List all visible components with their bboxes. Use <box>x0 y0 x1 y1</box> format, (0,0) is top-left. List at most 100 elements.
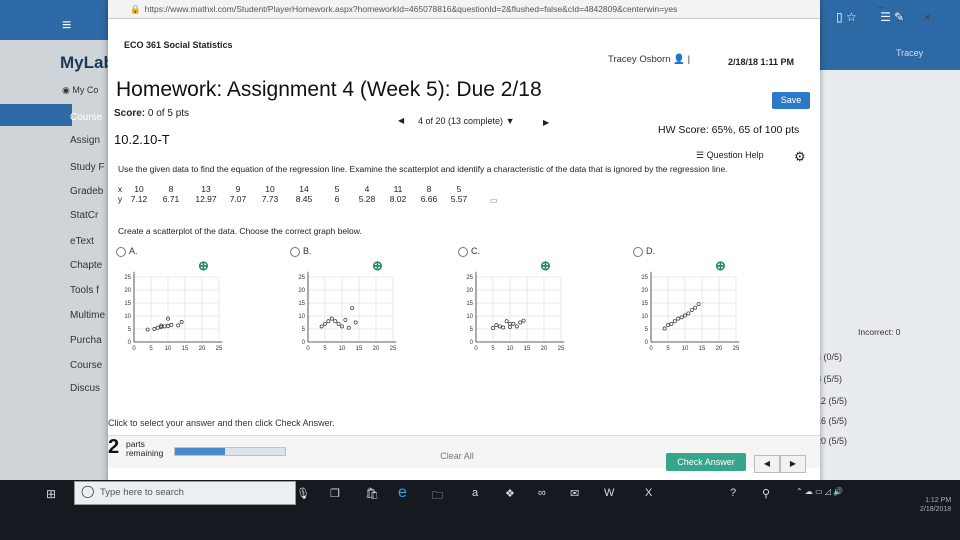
answer-option[interactable]: B. ⊕ 0 5 10 15 20 25 0 5 10 15 20 25 <box>290 246 410 364</box>
url-text: https://www.mathxl.com/Student/PlayerHom… <box>144 4 678 14</box>
radio-button[interactable] <box>290 246 300 257</box>
radio-button[interactable] <box>458 246 468 257</box>
radio-button[interactable] <box>116 246 126 257</box>
copy-data-icon[interactable]: ▭ <box>490 196 498 205</box>
question-tray-icon[interactable]: ? <box>730 487 736 499</box>
option-radio[interactable]: A. <box>116 246 236 257</box>
microphone-icon[interactable]: 🎙 <box>296 487 310 500</box>
next-question-icon[interactable]: ▶ <box>543 118 549 127</box>
minimize-icon[interactable]: – <box>878 2 884 13</box>
gear-icon[interactable]: ⚙ <box>794 149 806 165</box>
restore-icon[interactable]: □ <box>897 13 903 24</box>
pager-next-icon[interactable]: ▶ <box>780 455 806 473</box>
tray-icons[interactable]: ⌃ ☁ ▭ ◿ 🔊 <box>796 487 843 496</box>
y-tick-label: 25 <box>641 275 648 281</box>
option-radio[interactable]: C. <box>458 246 578 257</box>
favorite-star-icon[interactable]: ☆ <box>846 10 857 24</box>
y-tick-label: 15 <box>641 301 648 307</box>
cortana-icon: ◯ <box>81 484 95 498</box>
windows-start-icon[interactable]: ⊞ <box>46 487 56 501</box>
data-table: x 10 8 13 9 10 14 5 4 11 8 5 y 7.12 6.71 12.97 7.07 7.73… <box>114 184 474 204</box>
option-radio[interactable]: B. <box>290 246 410 257</box>
my-courses-link[interactable]: ◉ My Co <box>62 85 98 96</box>
scatter-point <box>169 322 174 327</box>
previous-question-icon[interactable]: ◀ <box>398 116 404 125</box>
sidebar-item[interactable]: Multime <box>70 310 105 321</box>
x-tick-label: 25 <box>733 346 740 352</box>
y-tick-label: 20 <box>466 288 473 294</box>
scatter-point <box>497 324 502 329</box>
question-progress-dropdown[interactable]: 4 of 20 (13 complete) ▼ <box>418 116 515 126</box>
dropbox-icon[interactable]: ❖ <box>505 487 515 500</box>
y-value: 5.57 <box>450 194 468 204</box>
sidebar-item[interactable]: Tools f <box>70 285 99 296</box>
sidebar-item[interactable]: Course <box>70 360 102 371</box>
question-prompt: Create a scatterplot of the data. Choose… <box>118 226 362 236</box>
radio-button[interactable] <box>633 246 643 257</box>
edge-browser-icon[interactable]: e <box>398 484 407 502</box>
store-icon[interactable]: 🛍 <box>365 487 379 500</box>
x-tick-label: 0 <box>474 346 478 352</box>
score-label: Score: <box>114 108 146 119</box>
x-tick-label: 10 <box>339 346 346 352</box>
x-label: x <box>117 184 123 194</box>
scatter-point <box>350 306 355 311</box>
sidebar-item[interactable]: Purcha <box>70 335 102 346</box>
option-label: D. <box>646 246 655 256</box>
pager-prev-icon[interactable]: ◀ <box>754 455 780 473</box>
scatter-point <box>676 316 681 321</box>
scatter-point <box>662 326 667 331</box>
pager: ◀ ▶ <box>754 455 806 473</box>
score-entry: 16 (5/5) <box>816 416 848 426</box>
scatter-graph: 0 5 10 15 20 25 0 5 10 15 20 25 <box>466 271 565 352</box>
sidebar-item[interactable]: Study F <box>70 162 104 173</box>
chevron-down-icon: ▼ <box>505 116 515 126</box>
sidebar-item[interactable]: StatCr <box>70 210 98 221</box>
sidebar-item[interactable]: Gradeb <box>70 186 103 197</box>
menu-icon[interactable]: ≡ <box>62 18 76 34</box>
save-button[interactable]: Save <box>772 92 810 109</box>
question-help-button[interactable]: ☰ Question Help <box>696 150 764 161</box>
answer-option[interactable]: C. ⊕ 0 5 10 15 20 25 0 5 10 15 20 25 <box>458 246 578 364</box>
y-tick-label: 0 <box>302 340 306 346</box>
answer-option[interactable]: D. ⊕ 0 5 10 15 20 25 0 5 10 15 20 25 <box>633 246 753 364</box>
sidebar-item[interactable]: Course <box>70 112 102 123</box>
x-tick-label: 25 <box>558 346 565 352</box>
address-bar[interactable]: 🔒 https://www.mathxl.com/Student/PlayerHo… <box>108 0 820 19</box>
check-answer-button[interactable]: Check Answer <box>666 453 746 471</box>
amazon-icon[interactable]: a <box>472 487 478 499</box>
task-view-icon[interactable]: ❐ <box>330 487 340 500</box>
x-tick-label: 10 <box>507 346 514 352</box>
y-tick-label: 25 <box>298 275 305 281</box>
word-icon[interactable]: W <box>604 487 614 499</box>
y-tick-label: 25 <box>124 275 131 281</box>
parts-progress-bar <box>174 447 286 456</box>
student-name: Tracey Osborn 👤 | <box>608 54 691 65</box>
people-icon[interactable]: ⚲ <box>762 487 770 500</box>
answer-option[interactable]: A. ⊕ 0 5 10 15 20 25 0 5 10 15 20 25 <box>116 246 236 364</box>
option-label: C. <box>471 246 480 256</box>
reading-view-icon[interactable]: ▯ <box>836 10 843 24</box>
close-icon[interactable]: ✕ <box>923 13 931 24</box>
sidebar-item[interactable]: eText <box>70 236 94 247</box>
score-entry: 20 (5/5) <box>816 436 848 446</box>
option-radio[interactable]: D. <box>633 246 753 257</box>
infinity-app-icon[interactable]: ∞ <box>538 487 546 499</box>
user-icon: 👤 <box>673 54 685 65</box>
taskbar-clock[interactable]: 1:12 PM 2/18/2018 <box>920 496 951 514</box>
scatter-graph: 0 5 10 15 20 25 0 5 10 15 20 25 <box>641 271 740 352</box>
x-tick-label: 10 <box>165 346 172 352</box>
mail-icon[interactable]: ✉ <box>570 487 579 500</box>
scatter-point <box>514 324 519 329</box>
sidebar-item[interactable]: Discus <box>70 383 100 394</box>
sidebar-item[interactable]: Assign <box>70 135 100 146</box>
file-explorer-icon[interactable]: 🗀 <box>432 487 443 506</box>
sidebar-item[interactable]: Chapte <box>70 260 102 271</box>
progress-text: 4 of 20 (13 complete) <box>418 116 504 126</box>
scatter-point <box>176 323 181 328</box>
x-value: 13 <box>201 184 211 194</box>
excel-icon[interactable]: X <box>645 487 652 499</box>
y-tick-label: 25 <box>466 275 473 281</box>
scatter-graph: 0 5 10 15 20 25 0 5 10 15 20 25 <box>124 271 223 352</box>
clear-all-button[interactable]: Clear All <box>428 451 486 461</box>
